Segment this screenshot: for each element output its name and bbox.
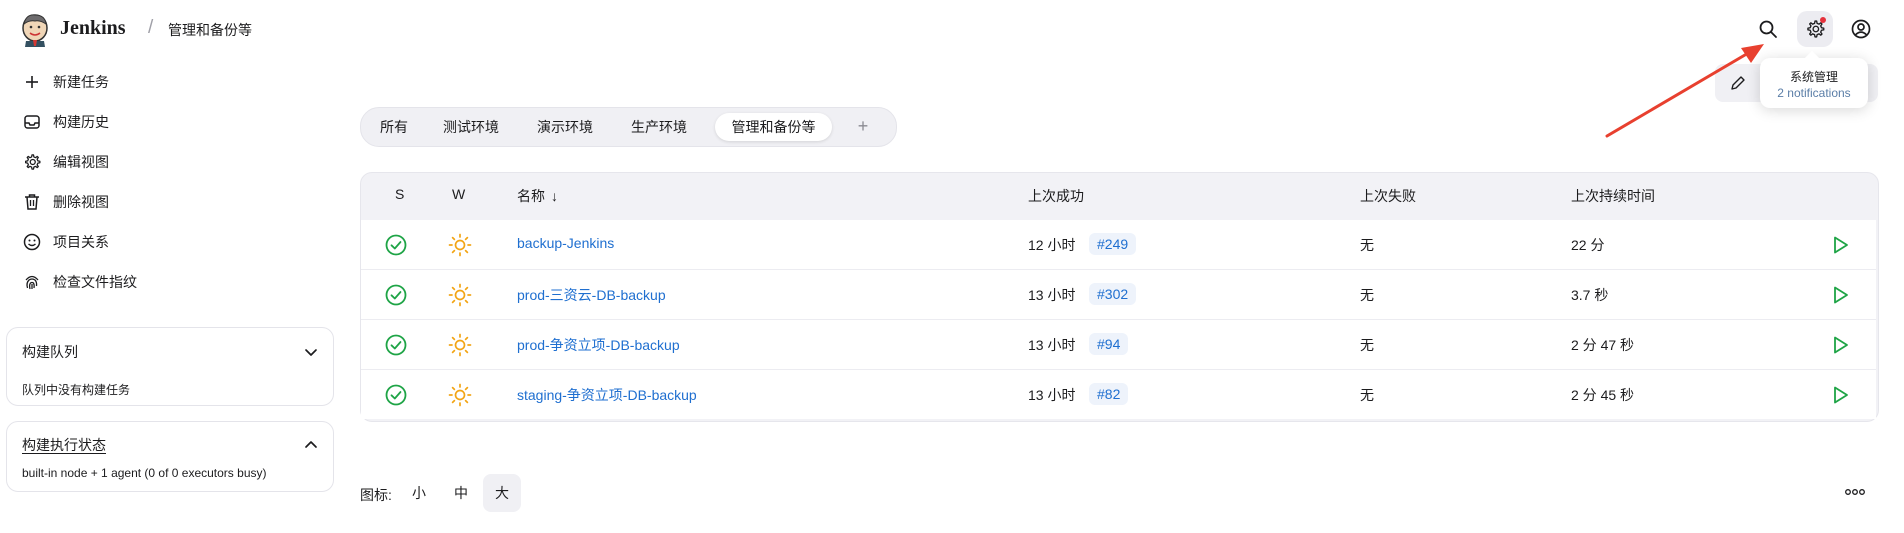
plus-icon (22, 72, 42, 92)
notification-dot (1820, 17, 1826, 23)
build-number-link[interactable]: #249 (1089, 233, 1137, 255)
tab-demo-env[interactable]: 演示环境 (525, 113, 605, 141)
build-queue-empty-text: 队列中没有构建任务 (22, 383, 131, 397)
icon-size-label: 图标: (360, 487, 392, 503)
column-header-last-failure[interactable]: 上次失败 (1360, 186, 1416, 206)
success-status-icon (385, 284, 407, 306)
success-status-icon (385, 234, 407, 256)
icon-size-medium[interactable]: 中 (446, 474, 476, 512)
brand-name[interactable]: Jenkins (60, 17, 126, 40)
trash-icon (22, 192, 42, 212)
smiley-icon (22, 232, 42, 252)
tab-test-env[interactable]: 测试环境 (431, 113, 511, 141)
sidebar-check-fingerprint[interactable]: 检查文件指纹 (22, 270, 137, 294)
last-failure-value: 无 (1360, 337, 1374, 353)
tooltip-subtitle: 2 notifications (1777, 86, 1851, 100)
tab-management-backup[interactable]: 管理和备份等 (715, 113, 832, 141)
column-header-last-duration[interactable]: 上次持续时间 (1571, 186, 1655, 206)
icon-size-large[interactable]: 大 (483, 474, 521, 512)
executor-status-panel: 构建执行状态 built-in node + 1 agent (0 of 0 e… (6, 421, 334, 492)
sidebar-delete-view[interactable]: 删除视图 (22, 190, 109, 214)
breadcrumb-current[interactable]: 管理和备份等 (168, 20, 252, 40)
user-menu-button[interactable] (1843, 11, 1879, 47)
success-status-icon (385, 384, 407, 406)
sunny-weather-icon (448, 233, 472, 257)
jenkins-logo[interactable] (18, 12, 52, 48)
chevron-up-icon[interactable] (303, 437, 319, 453)
manage-jenkins-button[interactable] (1797, 11, 1833, 47)
sidebar-item-label: 编辑视图 (53, 154, 109, 170)
tab-all[interactable]: 所有 (369, 113, 419, 141)
tooltip-title: 系统管理 (1789, 70, 1838, 84)
fingerprint-icon (22, 272, 42, 292)
search-button[interactable] (1750, 11, 1786, 47)
job-name-link[interactable]: prod-争资立项-DB-backup (517, 335, 680, 355)
sidebar-item-label: 删除视图 (53, 194, 109, 210)
play-build-icon[interactable] (1829, 384, 1851, 406)
last-duration-value: 3.7 秒 (1571, 287, 1609, 303)
gear-icon (22, 152, 42, 172)
build-queue-title[interactable]: 构建队列 (22, 342, 78, 362)
sidebar-new-item[interactable]: 新建任务 (22, 70, 109, 94)
breadcrumb-separator: / (148, 17, 154, 38)
last-failure-value: 无 (1360, 287, 1374, 303)
last-success-time: 13 小时 (1028, 387, 1076, 403)
play-build-icon[interactable] (1829, 284, 1851, 306)
column-header-last-success[interactable]: 上次成功 (1028, 186, 1084, 206)
sidebar-item-label: 新建任务 (53, 74, 109, 90)
last-duration-value: 2 分 47 秒 (1571, 337, 1635, 353)
icon-size-small[interactable]: 小 (404, 474, 434, 512)
sidebar-build-history[interactable]: 构建历史 (22, 110, 109, 134)
name-header-label: 名称 (517, 188, 545, 204)
executor-status-title[interactable]: 构建执行状态 (22, 435, 106, 455)
job-name-link[interactable]: prod-三资云-DB-backup (517, 285, 666, 305)
column-header-name[interactable]: 名称 ↓ (517, 186, 558, 206)
pencil-icon (1731, 76, 1745, 90)
last-success-time: 12 小时 (1028, 237, 1076, 253)
last-failure-value: 无 (1360, 387, 1374, 403)
sidebar-item-label: 项目关系 (53, 234, 109, 250)
sunny-weather-icon (448, 283, 472, 307)
more-options-icon[interactable] (1840, 483, 1870, 501)
build-number-link[interactable]: #94 (1089, 333, 1129, 355)
inbox-icon (22, 112, 42, 132)
job-name-link[interactable]: staging-争资立项-DB-backup (517, 385, 697, 405)
search-icon (1759, 20, 1777, 38)
build-number-link[interactable]: #82 (1089, 383, 1129, 405)
column-header-weather[interactable]: W (452, 186, 465, 202)
add-view-button[interactable]: + (853, 116, 873, 136)
column-header-status[interactable]: S (395, 186, 404, 202)
last-success-time: 13 小时 (1028, 337, 1076, 353)
top-header: Jenkins / 管理和备份等 (0, 0, 1904, 58)
chevron-down-icon[interactable] (303, 344, 319, 360)
sidebar-project-relationship[interactable]: 项目关系 (22, 230, 109, 254)
success-status-icon (385, 334, 407, 356)
last-duration-value: 22 分 (1571, 237, 1605, 253)
build-number-link[interactable]: #302 (1089, 283, 1137, 305)
sunny-weather-icon (448, 383, 472, 407)
executor-status-text: built-in node + 1 agent (0 of 0 executor… (22, 466, 267, 480)
manage-jenkins-tooltip: 系统管理 2 notifications (1760, 50, 1868, 108)
view-tabs: 所有 测试环境 演示环境 生产环境 管理和备份等 (360, 107, 897, 147)
last-duration-value: 2 分 45 秒 (1571, 387, 1635, 403)
play-build-icon[interactable] (1829, 334, 1851, 356)
user-icon (1851, 19, 1871, 39)
last-success-time: 13 小时 (1028, 287, 1076, 303)
sunny-weather-icon (448, 333, 472, 357)
tab-prod-env[interactable]: 生产环境 (619, 113, 699, 141)
sort-arrow-icon: ↓ (551, 188, 558, 204)
last-failure-value: 无 (1360, 237, 1374, 253)
sidebar-item-label: 检查文件指纹 (53, 274, 137, 290)
build-queue-panel: 构建队列 队列中没有构建任务 (6, 327, 334, 406)
sidebar-item-label: 构建历史 (53, 114, 109, 130)
play-build-icon[interactable] (1829, 234, 1851, 256)
job-name-link[interactable]: backup-Jenkins (517, 235, 614, 251)
sidebar-edit-view[interactable]: 编辑视图 (22, 150, 109, 174)
